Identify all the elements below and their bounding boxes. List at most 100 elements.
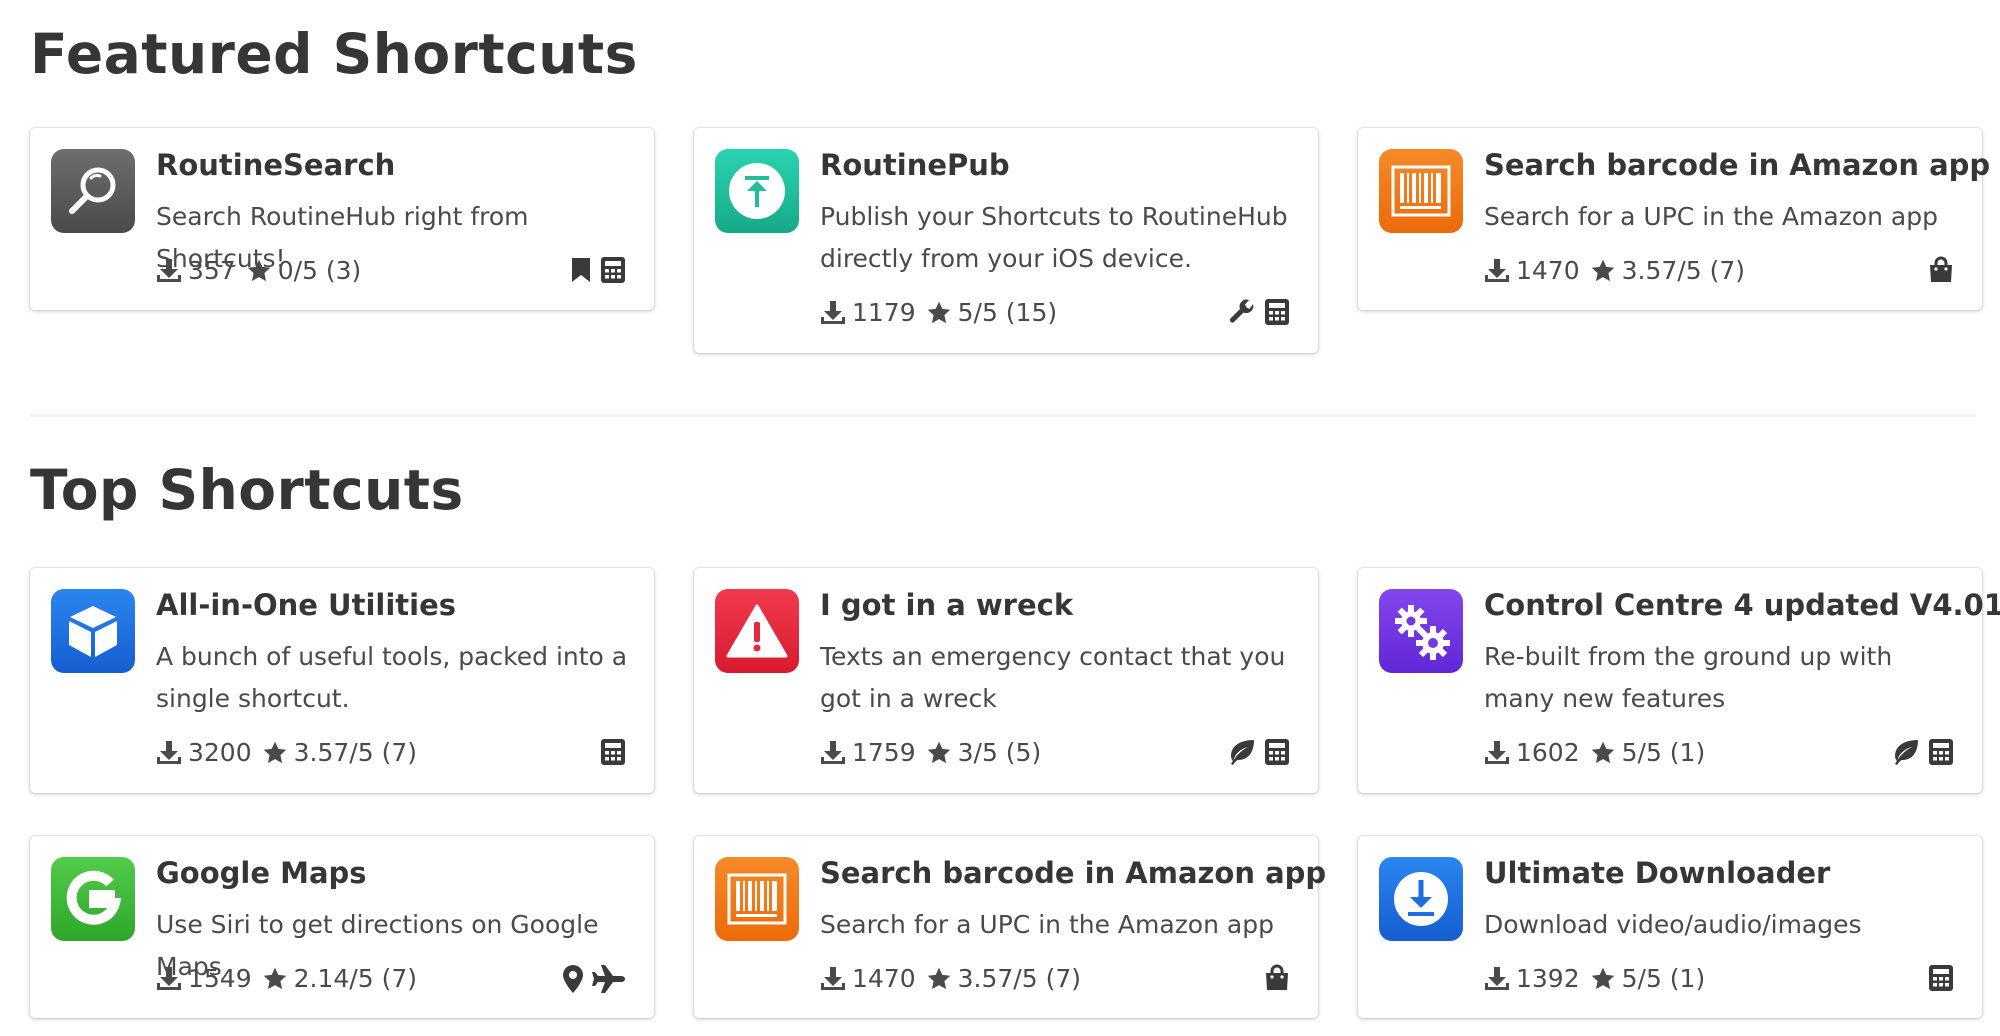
shortcut-title[interactable]: Ultimate Downloader — [1484, 856, 1830, 890]
shortcut-stats: 3200 3.57/5 (7) — [156, 738, 427, 767]
star-icon — [246, 258, 272, 284]
shortcut-description: A bunch of useful tools, packed into a s… — [156, 642, 628, 713]
shortcut-title[interactable]: Google Maps — [156, 856, 367, 890]
star-icon — [926, 966, 952, 992]
star-icon — [1590, 740, 1616, 766]
download-icon — [1484, 740, 1510, 766]
download-count: 357 — [188, 256, 236, 285]
download-icon — [156, 740, 182, 766]
rating: 5/5 (15) — [957, 298, 1058, 327]
map-marker-icon — [562, 964, 584, 994]
download-count: 1179 — [852, 298, 916, 327]
barcode-icon — [1379, 149, 1463, 233]
category-tags — [1264, 964, 1290, 992]
shortcut-card[interactable]: Ultimate Downloader Download video/audio… — [1358, 836, 1982, 1018]
download-count: 1470 — [1516, 256, 1580, 285]
star-icon — [262, 966, 288, 992]
star-icon — [926, 300, 952, 326]
shortcut-title[interactable]: All-in-One Utilities — [156, 588, 456, 622]
category-tags — [570, 256, 626, 284]
shopping-bag-icon — [1928, 256, 1954, 284]
shortcut-card[interactable]: All-in-One Utilities A bunch of useful t… — [30, 568, 654, 793]
download-icon — [820, 740, 846, 766]
download-count: 1470 — [852, 964, 916, 993]
upload-icon — [715, 149, 799, 233]
leaf-icon — [1226, 738, 1256, 766]
calculator-icon — [1928, 738, 1954, 766]
rating: 2.14/5 (7) — [293, 964, 417, 993]
barcode-icon — [715, 857, 799, 941]
featured-shortcuts-heading: Featured Shortcuts — [30, 22, 638, 86]
download-count: 1759 — [852, 738, 916, 767]
shortcut-stats: 1470 3.57/5 (7) — [1484, 256, 1755, 285]
calculator-icon — [600, 256, 626, 284]
rating: 3/5 (5) — [957, 738, 1042, 767]
calculator-icon — [600, 738, 626, 766]
shortcut-stats: 1179 5/5 (15) — [820, 298, 1067, 327]
leaf-icon — [1890, 738, 1920, 766]
shortcut-stats: 357 0/5 (3) — [156, 256, 371, 285]
download-count: 3200 — [188, 738, 252, 767]
shortcut-card[interactable]: Control Centre 4 updated V4.01 Re-built … — [1358, 568, 2000, 793]
shopping-bag-icon — [1264, 964, 1290, 992]
shortcut-description: Re-built from the ground up with many ne… — [1484, 642, 1893, 713]
top-shortcuts-heading: Top Shortcuts — [30, 458, 464, 522]
category-tags — [1928, 964, 1954, 992]
shortcut-title[interactable]: I got in a wreck — [820, 588, 1073, 622]
shortcut-card[interactable]: I got in a wreck Texts an emergency cont… — [694, 568, 1318, 793]
rating: 3.57/5 (7) — [957, 964, 1081, 993]
section-divider — [30, 414, 1976, 417]
download-count: 1602 — [1516, 738, 1580, 767]
shortcut-description: Search for a UPC in the Amazon app — [820, 910, 1274, 939]
calculator-icon — [1928, 964, 1954, 992]
warning-icon — [715, 589, 799, 673]
shortcut-description: Publish your Shortcuts to RoutineHub dir… — [820, 202, 1288, 273]
shortcut-card[interactable]: Google Maps Use Siri to get directions o… — [30, 836, 654, 1018]
wrench-icon — [1228, 298, 1256, 326]
download-circle-icon — [1379, 857, 1463, 941]
shortcut-description: Download video/audio/images — [1484, 910, 1862, 939]
magnifier-icon — [51, 149, 135, 233]
download-icon — [1484, 966, 1510, 992]
shortcut-card[interactable]: RoutinePub Publish your Shortcuts to Rou… — [694, 128, 1318, 353]
download-icon — [820, 966, 846, 992]
shortcut-card[interactable]: Search barcode in Amazon app Search for … — [1358, 128, 1990, 310]
shortcut-stats: 1549 2.14/5 (7) — [156, 964, 427, 993]
shortcut-stats: 1759 3/5 (5) — [820, 738, 1051, 767]
shortcut-title[interactable]: RoutineSearch — [156, 148, 395, 182]
category-tags — [562, 964, 626, 994]
shortcut-stats: 1602 5/5 (1) — [1484, 738, 1715, 767]
shortcut-description: Texts an emergency contact that you got … — [820, 642, 1286, 713]
star-icon — [926, 740, 952, 766]
star-icon — [262, 740, 288, 766]
shortcut-title[interactable]: RoutinePub — [820, 148, 1010, 182]
calculator-icon — [1264, 738, 1290, 766]
rating: 5/5 (1) — [1621, 964, 1706, 993]
shortcut-title[interactable]: Search barcode in Amazon app — [820, 856, 1326, 890]
plane-icon — [592, 964, 626, 994]
download-icon — [156, 966, 182, 992]
download-count: 1549 — [188, 964, 252, 993]
shortcut-description: Search for a UPC in the Amazon app — [1484, 202, 1938, 231]
rating: 0/5 (3) — [277, 256, 362, 285]
google-g-icon — [51, 857, 135, 941]
download-icon — [820, 300, 846, 326]
shortcut-stats: 1470 3.57/5 (7) — [820, 964, 1091, 993]
shortcut-title[interactable]: Search barcode in Amazon app — [1484, 148, 1990, 182]
category-tags — [1890, 738, 1954, 766]
category-tags — [1928, 256, 1954, 284]
gears-icon — [1379, 589, 1463, 673]
rating: 3.57/5 (7) — [293, 738, 417, 767]
download-icon — [1484, 258, 1510, 284]
cube-icon — [51, 589, 135, 673]
shortcut-card[interactable]: Search barcode in Amazon app Search for … — [694, 836, 1326, 1018]
star-icon — [1590, 966, 1616, 992]
rating: 5/5 (1) — [1621, 738, 1706, 767]
shortcut-title[interactable]: Control Centre 4 updated V4.01 — [1484, 588, 2000, 622]
calculator-icon — [1264, 298, 1290, 326]
shortcut-card[interactable]: RoutineSearch Search RoutineHub right fr… — [30, 128, 654, 310]
category-tags — [600, 738, 626, 766]
star-icon — [1590, 258, 1616, 284]
bookmark-icon — [570, 256, 592, 284]
category-tags — [1228, 298, 1290, 326]
